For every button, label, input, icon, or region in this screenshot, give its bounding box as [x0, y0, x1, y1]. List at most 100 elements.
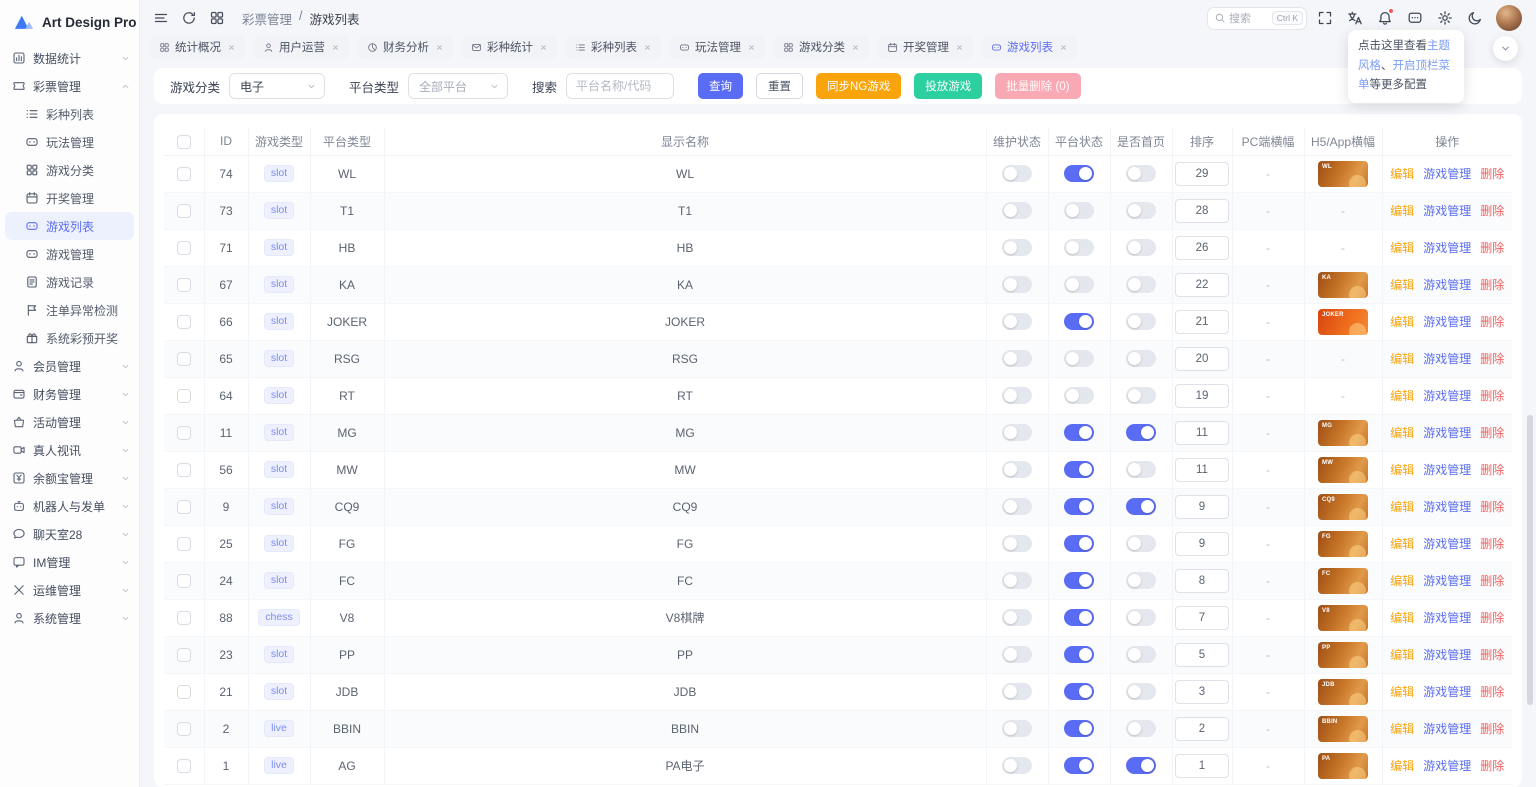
translate-icon[interactable] — [1342, 6, 1367, 30]
breadcrumb-parent[interactable]: 彩票管理 — [242, 9, 292, 28]
maintenance-toggle[interactable] — [1002, 350, 1032, 367]
platform-status-toggle[interactable] — [1064, 387, 1094, 404]
row-checkbox[interactable] — [176, 610, 191, 625]
homepage-toggle[interactable] — [1126, 720, 1156, 737]
maintenance-toggle[interactable] — [1002, 461, 1032, 478]
sort-input[interactable] — [1175, 420, 1229, 445]
row-checkbox[interactable] — [176, 758, 191, 773]
platform-status-toggle[interactable] — [1064, 757, 1094, 774]
sidebar-item-system-predraw[interactable]: 系统彩预开奖 — [5, 324, 134, 352]
platform-status-toggle[interactable] — [1064, 535, 1094, 552]
close-icon[interactable] — [227, 43, 236, 52]
sidebar-item-game-records[interactable]: 游戏记录 — [5, 268, 134, 296]
sort-input[interactable] — [1175, 346, 1229, 371]
homepage-toggle[interactable] — [1126, 535, 1156, 552]
edit-link[interactable]: 编辑 — [1390, 350, 1414, 367]
homepage-toggle[interactable] — [1126, 609, 1156, 626]
row-checkbox[interactable] — [176, 388, 191, 403]
sort-input[interactable] — [1175, 494, 1229, 519]
app-logo[interactable]: Art Design Pro — [0, 0, 139, 44]
close-icon[interactable] — [435, 43, 444, 52]
sort-input[interactable] — [1175, 568, 1229, 593]
sidebar-item-system[interactable]: 系统管理 — [0, 604, 139, 632]
sidebar-item-yuebao[interactable]: 余额宝管理 — [0, 464, 139, 492]
row-checkbox[interactable] — [176, 166, 191, 181]
row-checkbox[interactable] — [176, 536, 191, 551]
delete-link[interactable]: 删除 — [1480, 239, 1504, 256]
sidebar-item-chatroom28[interactable]: 聊天室28 — [0, 520, 139, 548]
edit-link[interactable]: 编辑 — [1390, 572, 1414, 589]
sort-input[interactable] — [1175, 383, 1229, 408]
maintenance-toggle[interactable] — [1002, 683, 1032, 700]
edit-link[interactable]: 编辑 — [1390, 683, 1414, 700]
sidebar-item-finance[interactable]: 财务管理 — [0, 380, 139, 408]
game-manage-link[interactable]: 游戏管理 — [1423, 683, 1471, 700]
close-icon[interactable] — [747, 43, 756, 52]
homepage-toggle[interactable] — [1126, 424, 1156, 441]
apps-grid-icon[interactable] — [204, 6, 230, 30]
delete-link[interactable]: 删除 — [1480, 609, 1504, 626]
sidebar-item-play-manage[interactable]: 玩法管理 — [5, 128, 134, 156]
sidebar-item-activity[interactable]: 活动管理 — [0, 408, 139, 436]
tab-game-list[interactable]: 游戏列表 — [982, 35, 1077, 59]
maintenance-toggle[interactable] — [1002, 387, 1032, 404]
edit-link[interactable]: 编辑 — [1390, 720, 1414, 737]
row-checkbox[interactable] — [176, 573, 191, 588]
edit-link[interactable]: 编辑 — [1390, 165, 1414, 182]
delete-link[interactable]: 删除 — [1480, 276, 1504, 293]
maintenance-toggle[interactable] — [1002, 720, 1032, 737]
global-search-input[interactable]: 搜索 Ctrl K — [1207, 6, 1307, 30]
tabbar-expand-button[interactable] — [1493, 36, 1518, 61]
sidebar-item-bet-anomaly[interactable]: 注单异常检测 — [5, 296, 134, 324]
close-icon[interactable] — [955, 43, 964, 52]
platform-status-toggle[interactable] — [1064, 609, 1094, 626]
edit-link[interactable]: 编辑 — [1390, 387, 1414, 404]
platform-status-toggle[interactable] — [1064, 572, 1094, 589]
game-manage-link[interactable]: 游戏管理 — [1423, 165, 1471, 182]
platform-status-toggle[interactable] — [1064, 165, 1094, 182]
maintenance-toggle[interactable] — [1002, 535, 1032, 552]
game-manage-link[interactable]: 游戏管理 — [1423, 609, 1471, 626]
row-checkbox[interactable] — [176, 240, 191, 255]
notification-bell-icon[interactable] — [1372, 6, 1397, 30]
game-manage-link[interactable]: 游戏管理 — [1423, 239, 1471, 256]
row-checkbox[interactable] — [176, 462, 191, 477]
platform-status-toggle[interactable] — [1064, 202, 1094, 219]
homepage-toggle[interactable] — [1126, 276, 1156, 293]
edit-link[interactable]: 编辑 — [1390, 461, 1414, 478]
message-icon[interactable] — [1402, 6, 1427, 30]
game-manage-link[interactable]: 游戏管理 — [1423, 757, 1471, 774]
row-checkbox[interactable] — [176, 647, 191, 662]
platform-status-toggle[interactable] — [1064, 461, 1094, 478]
platform-status-toggle[interactable] — [1064, 313, 1094, 330]
homepage-toggle[interactable] — [1126, 498, 1156, 515]
homepage-toggle[interactable] — [1126, 683, 1156, 700]
sidebar-item-robot[interactable]: 机器人与发单 — [0, 492, 139, 520]
close-icon[interactable] — [643, 43, 652, 52]
edit-link[interactable]: 编辑 — [1390, 646, 1414, 663]
sort-input[interactable] — [1175, 605, 1229, 630]
sort-input[interactable] — [1175, 531, 1229, 556]
platform-search-input[interactable] — [566, 73, 675, 99]
maintenance-toggle[interactable] — [1002, 757, 1032, 774]
game-manage-link[interactable]: 游戏管理 — [1423, 424, 1471, 441]
select-all-checkbox[interactable] — [176, 134, 191, 149]
delete-link[interactable]: 删除 — [1480, 720, 1504, 737]
close-icon[interactable] — [851, 43, 860, 52]
collapse-menu-icon[interactable] — [148, 6, 174, 30]
platform-status-toggle[interactable] — [1064, 683, 1094, 700]
maintenance-toggle[interactable] — [1002, 239, 1032, 256]
row-checkbox[interactable] — [176, 351, 191, 366]
game-manage-link[interactable]: 游戏管理 — [1423, 276, 1471, 293]
edit-link[interactable]: 编辑 — [1390, 498, 1414, 515]
delete-link[interactable]: 删除 — [1480, 757, 1504, 774]
delete-link[interactable]: 删除 — [1480, 387, 1504, 404]
batch-delete-button[interactable]: 批量删除 (0) — [995, 73, 1081, 99]
sort-input[interactable] — [1175, 309, 1229, 334]
game-manage-link[interactable]: 游戏管理 — [1423, 535, 1471, 552]
sort-input[interactable] — [1175, 198, 1229, 223]
scrollbar-thumb[interactable] — [1527, 415, 1533, 705]
close-icon[interactable] — [331, 43, 340, 52]
maintenance-toggle[interactable] — [1002, 572, 1032, 589]
row-checkbox[interactable] — [176, 684, 191, 699]
